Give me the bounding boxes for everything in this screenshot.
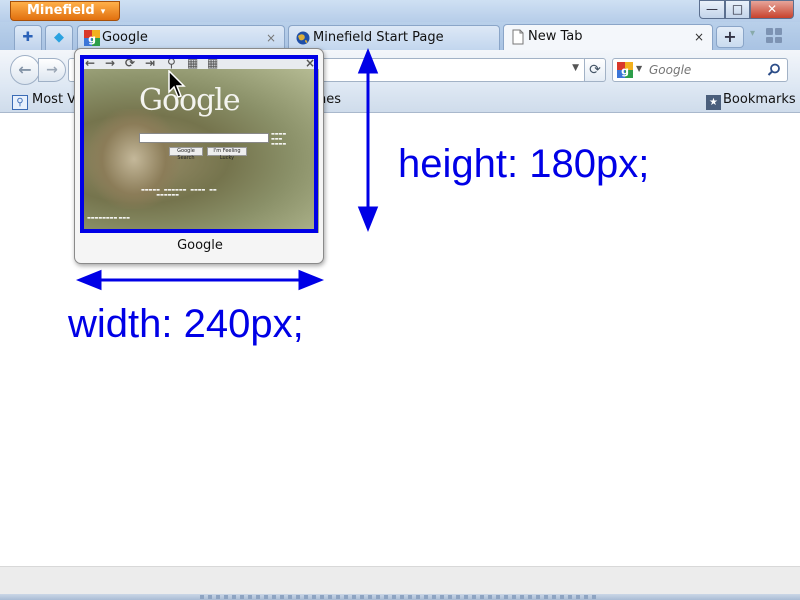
close-window-button[interactable]: ✕ — [750, 0, 794, 19]
minimize-button[interactable]: — — [699, 0, 725, 19]
puzzle-icon: ✚ — [22, 30, 34, 45]
forward-button[interactable]: → — [38, 58, 66, 82]
new-tab-button[interactable]: + — [716, 26, 744, 48]
chevron-down-icon[interactable]: ▼ — [636, 64, 642, 73]
height-annotation-label: height: 180px; — [398, 142, 650, 186]
close-tab-icon[interactable]: × — [694, 26, 704, 48]
bookmark-most-visited[interactable]: ⚲ Most Vi — [12, 92, 79, 110]
star-icon: ★ — [706, 95, 721, 110]
resize-grip — [200, 595, 600, 599]
tab-new-tab[interactable]: New Tab × — [503, 24, 713, 50]
tab-list-dropdown-icon[interactable]: ▾ — [750, 28, 755, 39]
tab-title: Google — [102, 30, 148, 45]
bookmark-label: Most Vi — [32, 92, 80, 107]
status-bar — [0, 566, 800, 600]
tab-minefield-start-page[interactable]: Minefield Start Page — [288, 25, 500, 50]
width-annotation-label: width: 240px; — [68, 302, 304, 346]
bookmarks-label: Bookmarks — [723, 92, 796, 107]
window-controls: — □ ✕ — [699, 0, 794, 20]
back-button[interactable]: ← — [10, 55, 40, 85]
tab-strip: ✚ ◆ g Google × Minefield Start Page New … — [0, 22, 800, 50]
tab-google[interactable]: g Google × — [77, 25, 285, 50]
magnifier-icon[interactable] — [767, 63, 781, 77]
tab-title: Minefield Start Page — [313, 30, 444, 45]
reload-button[interactable]: ⟳ — [584, 58, 606, 82]
title-bar: Minefield ▾ — □ ✕ — [0, 0, 800, 22]
google-favicon-icon: g — [84, 30, 100, 46]
most-visited-icon: ⚲ — [12, 95, 28, 110]
search-bar[interactable]: g ▼ — [612, 58, 788, 82]
preview-title: Google — [177, 238, 223, 253]
mouse-cursor-icon — [168, 70, 186, 98]
bookmarks-menu-button[interactable]: ★ Bookmarks — [706, 92, 796, 110]
tab-groups-icon[interactable] — [766, 28, 782, 43]
globe-icon — [296, 31, 310, 45]
google-g-icon[interactable]: g — [617, 62, 633, 78]
chevron-down-icon: ▾ — [100, 7, 106, 17]
app-tab-puzzle[interactable]: ✚ — [14, 25, 42, 50]
maximize-button[interactable]: □ — [725, 0, 750, 19]
annotation-highlight-box — [80, 55, 318, 233]
url-history-dropdown-icon[interactable]: ▼ — [572, 63, 579, 73]
app-tab-twitter[interactable]: ◆ — [45, 25, 73, 50]
app-menu-label: Minefield — [27, 3, 95, 18]
page-icon — [512, 29, 524, 45]
browser-window: Minefield ▾ — □ ✕ ✚ ◆ g Google × Minefie… — [0, 0, 800, 600]
twitter-bird-icon: ◆ — [54, 30, 64, 45]
svg-text:g: g — [88, 33, 96, 46]
svg-text:g: g — [621, 65, 629, 78]
app-menu-button[interactable]: Minefield ▾ — [10, 1, 120, 21]
tab-title: New Tab — [528, 29, 583, 44]
search-input[interactable] — [649, 62, 759, 78]
close-tab-icon[interactable]: × — [266, 27, 276, 49]
